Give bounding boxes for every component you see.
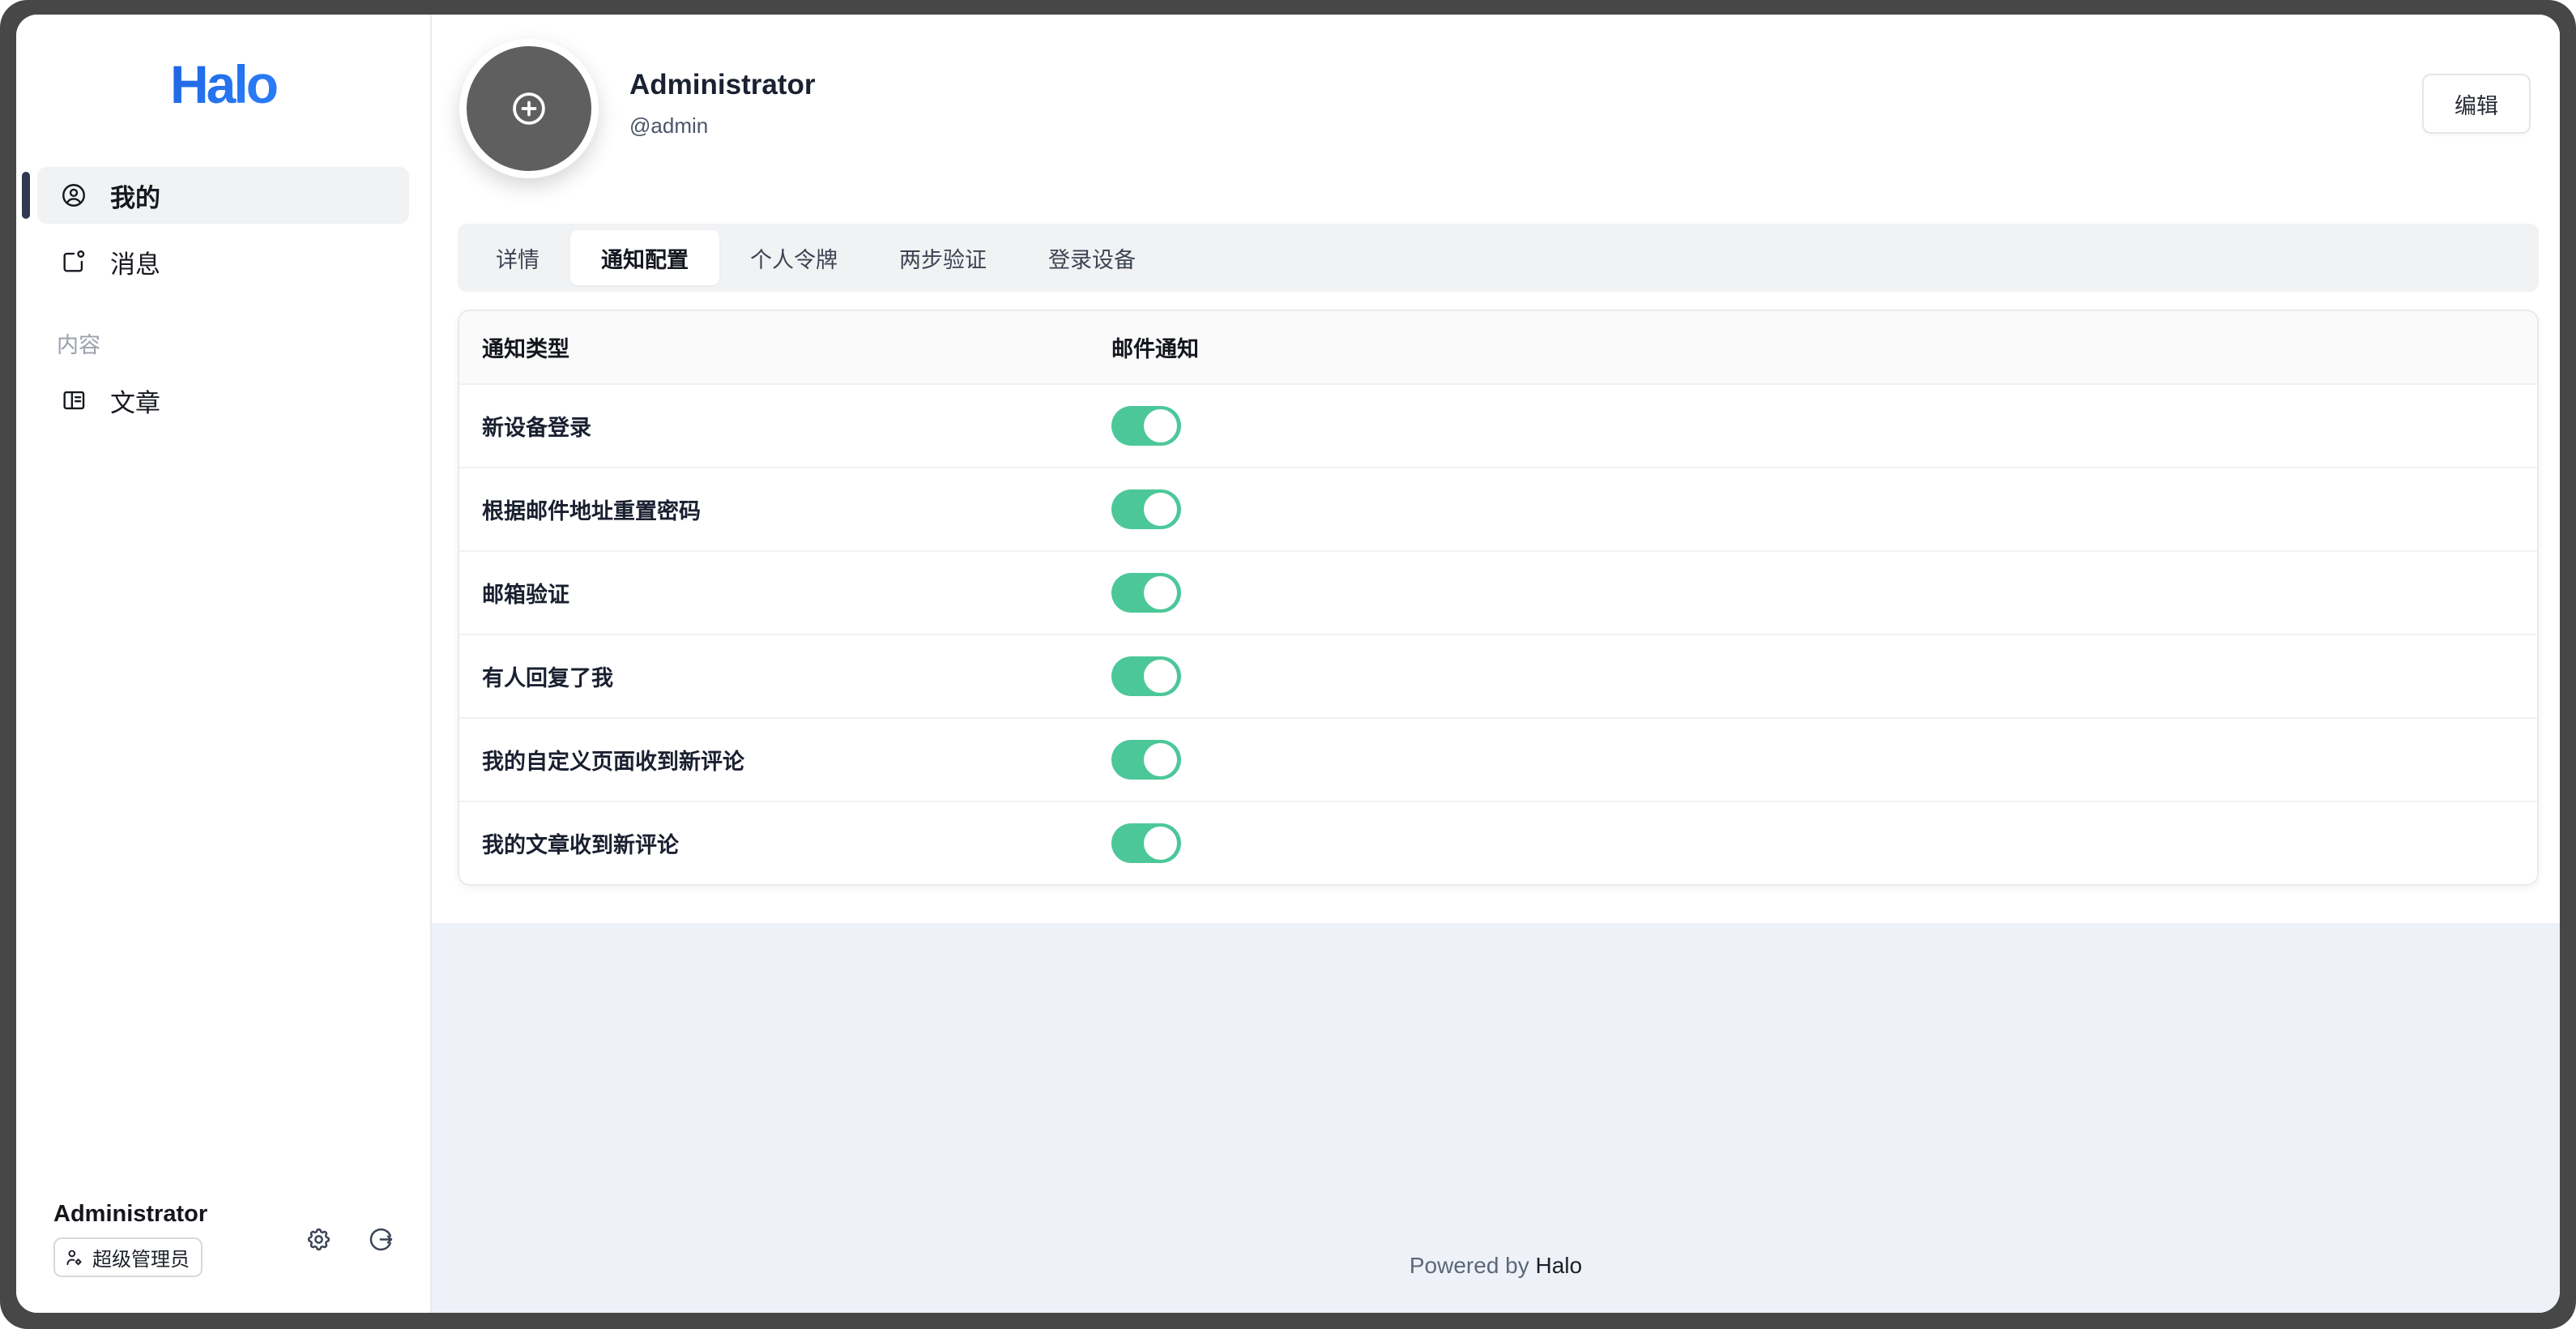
avatar[interactable]	[459, 39, 599, 178]
sidebar-item-posts[interactable]: 文章	[37, 372, 409, 429]
tab-notification-settings[interactable]: 通知配置	[570, 230, 719, 285]
profile-meta: Administrator @admin	[629, 69, 815, 139]
notification-type-label: 邮箱验证	[459, 577, 1111, 609]
tab-two-factor[interactable]: 两步验证	[868, 230, 1017, 285]
table-row: 新设备登录	[459, 383, 2537, 467]
user-cog-icon	[63, 1247, 84, 1268]
sidebar-user-info: Administrator 超级管理员	[53, 1201, 207, 1277]
column-header-email: 邮件通知	[1111, 331, 2537, 363]
app-window: Halo 我的 消息 内容	[16, 15, 2560, 1313]
sidebar-item-messages[interactable]: 消息	[37, 233, 409, 290]
halo-logo[interactable]: Halo	[16, 53, 430, 115]
email-toggle[interactable]	[1111, 740, 1181, 780]
sidebar-content-nav: 文章	[16, 372, 430, 429]
tab-bar: 详情 通知配置 个人令牌 两步验证 登录设备	[458, 224, 2539, 292]
sidebar-nav: 我的 消息	[16, 167, 430, 290]
content-spacer	[432, 923, 2560, 1232]
sidebar-user-panel: Administrator 超级管理员	[16, 1201, 430, 1313]
notification-type-label: 我的文章收到新评论	[459, 827, 1111, 859]
email-toggle[interactable]	[1111, 823, 1181, 863]
page-title: Administrator	[629, 69, 815, 101]
profile-content: Administrator @admin 编辑 详情 通知配置 个人令牌 两步验…	[432, 15, 2560, 923]
email-toggle[interactable]	[1111, 406, 1181, 446]
table-row: 根据邮件地址重置密码	[459, 467, 2537, 550]
edit-button[interactable]: 编辑	[2422, 74, 2531, 134]
plus-circle-icon	[509, 88, 549, 129]
tab-details[interactable]: 详情	[465, 230, 570, 285]
table-row: 有人回复了我	[459, 634, 2537, 717]
desktop: Halo 我的 消息 内容	[0, 0, 2576, 1329]
table-row: 邮箱验证	[459, 550, 2537, 634]
sidebar-user-name: Administrator	[53, 1201, 207, 1228]
profile-header: Administrator @admin 编辑	[458, 29, 2539, 178]
sidebar-item-label: 我的	[110, 177, 160, 214]
notification-type-label: 新设备登录	[459, 410, 1111, 442]
sidebar-section-content: 内容	[57, 327, 430, 359]
sidebar: Halo 我的 消息 内容	[16, 15, 432, 1313]
logout-icon[interactable]	[368, 1226, 395, 1253]
column-header-type: 通知类型	[459, 331, 1111, 363]
sidebar-user-actions	[305, 1226, 395, 1253]
notification-type-label: 根据邮件地址重置密码	[459, 494, 1111, 525]
notification-type-label: 有人回复了我	[459, 660, 1111, 692]
notification-table: 通知类型 邮件通知 新设备登录 根据邮件地址重置密码 邮箱验证	[458, 310, 2539, 886]
table-row: 我的自定义页面收到新评论	[459, 717, 2537, 801]
role-badge-label: 超级管理员	[92, 1243, 190, 1271]
email-toggle[interactable]	[1111, 489, 1181, 529]
footer: Powered by Halo	[432, 1232, 2560, 1313]
tab-login-devices[interactable]: 登录设备	[1017, 230, 1166, 285]
notification-icon	[60, 248, 87, 276]
user-circle-icon	[60, 182, 87, 209]
email-toggle[interactable]	[1111, 573, 1181, 613]
settings-gear-icon[interactable]	[305, 1226, 332, 1253]
main-area: Administrator @admin 编辑 详情 通知配置 个人令牌 两步验…	[432, 15, 2560, 1313]
role-badge: 超级管理员	[53, 1237, 203, 1277]
footer-brand-link[interactable]: Halo	[1536, 1253, 1583, 1278]
powered-by-text: Powered by	[1410, 1253, 1536, 1278]
notification-type-label: 我的自定义页面收到新评论	[459, 744, 1111, 776]
username: @admin	[629, 113, 815, 139]
sidebar-item-label: 消息	[110, 244, 160, 280]
sidebar-item-profile[interactable]: 我的	[37, 167, 409, 224]
email-toggle[interactable]	[1111, 656, 1181, 696]
table-header-row: 通知类型 邮件通知	[459, 311, 2537, 383]
article-icon	[60, 387, 87, 414]
sidebar-item-label: 文章	[110, 382, 160, 419]
table-row: 我的文章收到新评论	[459, 801, 2537, 884]
tab-personal-tokens[interactable]: 个人令牌	[719, 230, 868, 285]
